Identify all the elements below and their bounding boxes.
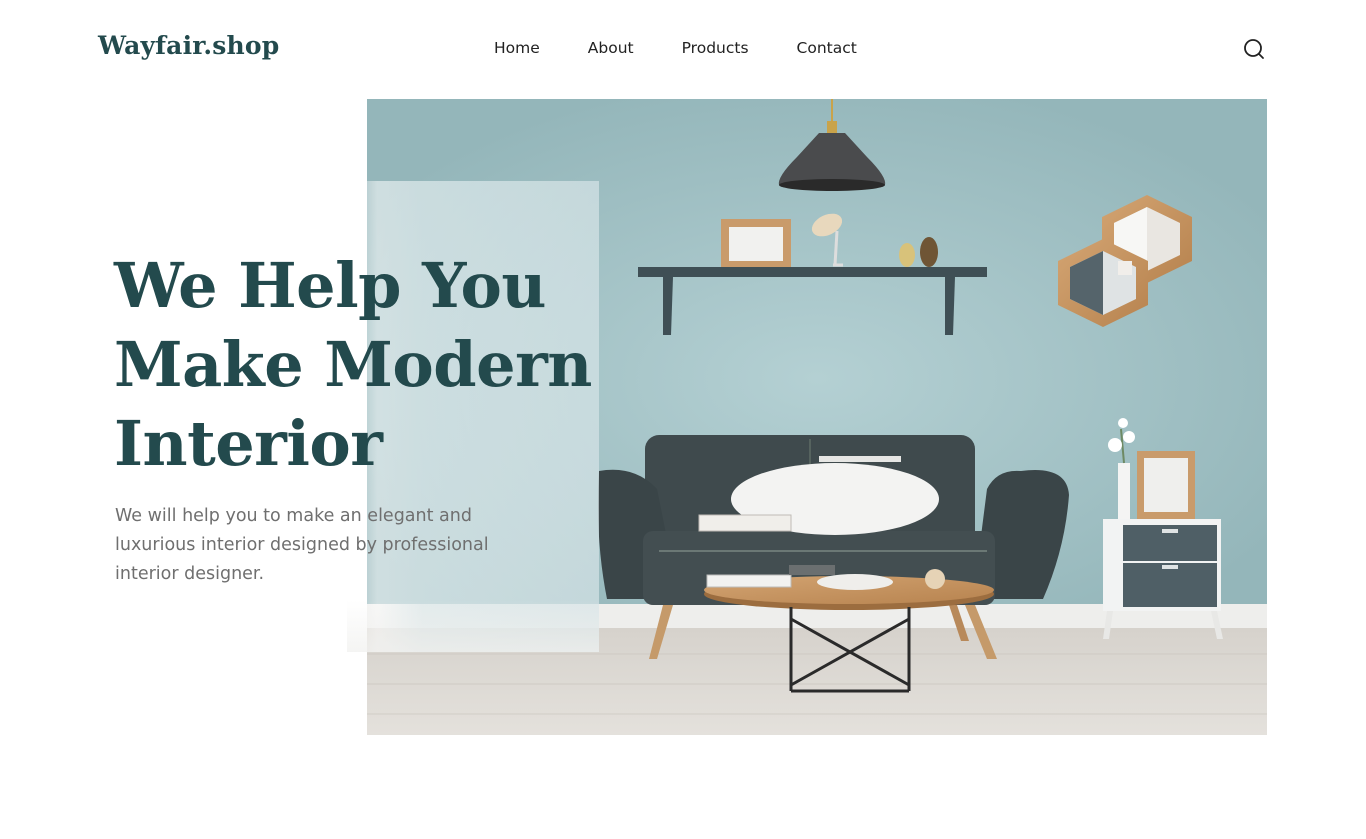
hero-headline: We Help You Make Modern Interior xyxy=(114,246,594,483)
headline-line-3: Interior xyxy=(114,407,383,480)
site-header: Wayfair.shop Home About Products Contact xyxy=(0,0,1366,99)
nav-home-link[interactable]: Home xyxy=(494,39,540,57)
headline-line-1: We Help You xyxy=(114,249,546,322)
nav-products-link[interactable]: Products xyxy=(682,39,749,57)
brand-logo[interactable]: Wayfair.shop xyxy=(98,31,279,60)
hero-glass-fade xyxy=(347,600,599,652)
headline-line-2: Make Modern xyxy=(114,328,592,401)
main-nav: Home About Products Contact xyxy=(494,39,905,57)
nav-contact-link[interactable]: Contact xyxy=(797,39,857,57)
nav-about-link[interactable]: About xyxy=(588,39,634,57)
search-icon[interactable] xyxy=(1242,37,1266,61)
hero-subtext: We will help you to make an elegant and … xyxy=(115,506,489,584)
